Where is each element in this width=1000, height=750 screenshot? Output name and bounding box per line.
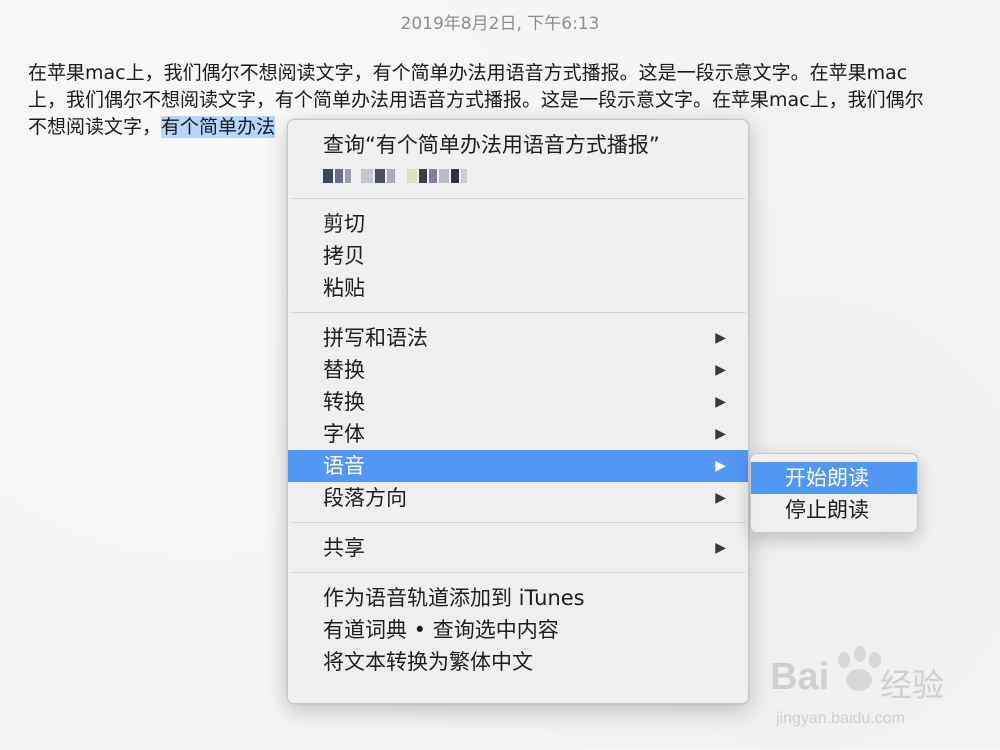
menu-item-lookup-label: 查询“有个简单办法用语音方式播报” xyxy=(323,133,660,157)
submenu-arrow-icon: ▶ xyxy=(715,362,726,378)
context-menu: 查询“有个简单办法用语音方式播报” 剪切 拷贝 粘贴 拼写和语法 ▶ 替换 ▶ 转换… xyxy=(287,119,749,704)
submenu-item-start-speaking[interactable]: 开始朗读 xyxy=(751,462,917,494)
menu-item-label: 替换 xyxy=(323,358,365,382)
menu-separator xyxy=(290,572,746,573)
selected-text[interactable]: 有个简单办法 xyxy=(161,116,276,138)
baidu-jingyan-watermark: Bai 经验 jingyan.baidu.com xyxy=(770,636,995,746)
menu-item-font[interactable]: 字体 ▶ xyxy=(288,418,748,450)
menu-item-share[interactable]: 共享 ▶ xyxy=(288,532,748,564)
submenu-arrow-icon: ▶ xyxy=(715,540,726,556)
submenu-arrow-icon: ▶ xyxy=(715,490,726,506)
menu-separator xyxy=(290,312,746,313)
menu-item-label: 拼写和语法 xyxy=(323,326,428,350)
submenu-item-label: 开始朗读 xyxy=(785,466,869,490)
menu-item-transformations[interactable]: 转换 ▶ xyxy=(288,386,748,418)
submenu-arrow-icon: ▶ xyxy=(715,330,726,346)
menu-item-label: 将文本转换为繁体中文 xyxy=(323,650,533,674)
note-line-1: 在苹果mac上，我们偶尔不想阅读文字，有个简单办法用语音方式播报。这是一段示意文… xyxy=(28,62,908,84)
lookup-preview-blurred xyxy=(288,162,748,190)
menu-item-convert-traditional[interactable]: 将文本转换为繁体中文 xyxy=(288,646,748,678)
menu-separator xyxy=(290,522,746,523)
menu-item-label: 作为语音轨道添加到 iTunes xyxy=(323,586,585,610)
submenu-arrow-icon: ▶ xyxy=(715,426,726,442)
menu-item-youdao-lookup[interactable]: 有道词典 • 查询选中内容 xyxy=(288,614,748,646)
menu-item-label: 转换 xyxy=(323,390,365,414)
menu-item-lookup[interactable]: 查询“有个简单办法用语音方式播报” xyxy=(288,128,748,162)
note-line-3-text: 不想阅读文字， xyxy=(28,116,162,138)
menu-item-cut[interactable]: 剪切 xyxy=(288,208,748,240)
menu-item-copy[interactable]: 拷贝 xyxy=(288,240,748,272)
menu-item-label: 字体 xyxy=(323,422,365,446)
watermark-url: jingyan.baidu.com xyxy=(776,710,905,727)
menu-item-label: 有道词典 • 查询选中内容 xyxy=(323,618,559,642)
note-line-2: 上，我们偶尔不想阅读文字，有个简单办法用语音方式播报。这是一段示意文字。在苹果m… xyxy=(28,89,924,111)
menu-item-copy-label: 拷贝 xyxy=(323,244,365,268)
menu-item-add-to-itunes[interactable]: 作为语音轨道添加到 iTunes xyxy=(288,582,748,614)
menu-item-paste[interactable]: 粘贴 xyxy=(288,272,748,304)
menu-item-paragraph-direction[interactable]: 段落方向 ▶ xyxy=(288,482,748,514)
watermark-brand-suffix: 经验 xyxy=(880,667,945,703)
note-date: 2019年8月2日, 下午6:13 xyxy=(400,14,600,34)
menu-item-speech[interactable]: 语音 ▶ xyxy=(288,450,748,482)
menu-item-spelling-grammar[interactable]: 拼写和语法 ▶ xyxy=(288,322,748,354)
menu-item-label: 段落方向 xyxy=(323,486,407,510)
watermark-brand: Bai xyxy=(770,656,830,698)
submenu-arrow-icon: ▶ xyxy=(715,394,726,410)
menu-item-paste-label: 粘贴 xyxy=(323,276,365,300)
submenu-item-stop-speaking[interactable]: 停止朗读 xyxy=(751,494,917,526)
submenu-arrow-icon: ▶ xyxy=(715,458,726,474)
menu-item-share-label: 共享 xyxy=(323,536,365,560)
menu-item-cut-label: 剪切 xyxy=(323,212,365,236)
menu-item-label: 语音 xyxy=(323,454,365,478)
menu-item-substitutions[interactable]: 替换 ▶ xyxy=(288,354,748,386)
menu-separator xyxy=(290,198,746,199)
speech-submenu: 开始朗读 停止朗读 xyxy=(750,453,918,533)
submenu-item-label: 停止朗读 xyxy=(785,498,869,522)
